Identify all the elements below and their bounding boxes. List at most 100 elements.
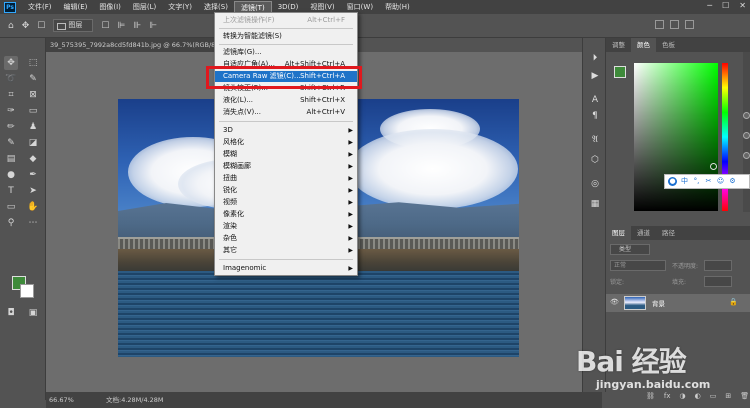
- auto-select-checkbox[interactable]: ☐: [37, 21, 45, 31]
- menu-item-sharpen[interactable]: 锐化 ▶: [215, 185, 357, 196]
- background-color-swatch[interactable]: [20, 284, 34, 298]
- layer-name[interactable]: 背景: [652, 298, 665, 308]
- adjustment-icon[interactable]: ◐: [695, 392, 701, 400]
- menu-type[interactable]: 文字(Y): [162, 1, 198, 13]
- menu-item-distort[interactable]: 扭曲 ▶: [215, 173, 357, 184]
- zoom-level[interactable]: 66.67%: [49, 392, 74, 408]
- menu-item-3d[interactable]: 3D ▶: [215, 125, 357, 136]
- menu-item-convert-smart[interactable]: 转换为智能滤镜(S): [215, 31, 357, 42]
- properties-icon[interactable]: ◎: [589, 178, 601, 190]
- menu-item-blur-gallery[interactable]: 模糊画廊 ▶: [215, 161, 357, 172]
- minimize-icon[interactable]: ─: [707, 1, 712, 10]
- menu-edit[interactable]: 编辑(E): [58, 1, 94, 13]
- glyphs-icon[interactable]: 𝔄: [589, 134, 601, 146]
- user-icon[interactable]: ☺: [716, 177, 725, 186]
- opacity-field[interactable]: [704, 260, 732, 271]
- menu-file[interactable]: 文件(F): [22, 1, 58, 13]
- home-icon[interactable]: ⌂: [8, 21, 14, 31]
- libraries-icon[interactable]: ▦: [589, 198, 601, 210]
- path-select-tool-icon[interactable]: ➤: [26, 184, 40, 198]
- menu-item-pixelate[interactable]: 像素化 ▶: [215, 209, 357, 220]
- menu-item-render[interactable]: 渲染 ▶: [215, 221, 357, 232]
- tab-adjustments[interactable]: 调整: [606, 38, 631, 52]
- menu-item-video[interactable]: 视频 ▶: [215, 197, 357, 208]
- shape-tool-icon[interactable]: ▭: [4, 200, 18, 214]
- marquee-tool-icon[interactable]: ⬚: [26, 56, 40, 70]
- history-brush-icon[interactable]: ✎: [4, 136, 18, 150]
- frame-tool-icon[interactable]: ⊠: [26, 88, 40, 102]
- actions-icon[interactable]: ▶: [589, 70, 601, 82]
- move-tool-icon[interactable]: ✥: [4, 56, 18, 70]
- search-icon[interactable]: [655, 20, 664, 29]
- move-tool-icon[interactable]: ✥: [22, 21, 30, 31]
- ruler-tool-icon[interactable]: ▭: [26, 104, 40, 118]
- type-tool-icon[interactable]: T: [4, 184, 18, 198]
- menu-item-stylize[interactable]: 风格化 ▶: [215, 137, 357, 148]
- menu-item-imagenomic[interactable]: Imagenomic ▶: [215, 263, 357, 274]
- 3d-icon[interactable]: ⬡: [589, 154, 601, 166]
- link-icon[interactable]: ⛓: [646, 392, 655, 400]
- punctuation-icon[interactable]: °,: [692, 177, 701, 186]
- mask-icon[interactable]: ◑: [680, 392, 686, 400]
- close-icon[interactable]: ✕: [739, 1, 746, 10]
- brush-tool-icon[interactable]: ✏: [4, 120, 18, 134]
- tab-paths[interactable]: 路径: [656, 226, 681, 240]
- paragraph-icon[interactable]: ¶: [589, 110, 601, 122]
- layer-row[interactable]: 👁 背景 🔒: [606, 294, 750, 312]
- fill-field[interactable]: [704, 276, 732, 287]
- new-layer-icon[interactable]: ⊞: [725, 392, 731, 400]
- menu-item-noise[interactable]: 杂色 ▶: [215, 233, 357, 244]
- menu-item-other[interactable]: 其它 ▶: [215, 245, 357, 256]
- tab-swatches[interactable]: 色板: [656, 38, 681, 52]
- document-tab[interactable]: 39_575395_7992a8cd5fd841b.jpg @ 66.7%(RG…: [46, 38, 242, 52]
- pen-tool-icon[interactable]: ✒: [26, 168, 40, 182]
- eye-icon[interactable]: 👁: [610, 298, 619, 307]
- scissors-icon[interactable]: ✂: [704, 177, 713, 186]
- tab-channels[interactable]: 通道: [631, 226, 656, 240]
- ime-language-toggle[interactable]: 中: [680, 177, 689, 186]
- scroll-knob[interactable]: [743, 132, 750, 139]
- scroll-knob[interactable]: [743, 152, 750, 159]
- color-picker-cursor[interactable]: [710, 163, 717, 170]
- fx-icon[interactable]: fx: [664, 392, 671, 400]
- align-right-icon[interactable]: ⊩: [149, 21, 157, 31]
- auto-select-target-dropdown[interactable]: 图层: [53, 19, 94, 32]
- history-icon[interactable]: ⏵: [589, 52, 601, 64]
- gradient-tool-icon[interactable]: ▤: [4, 152, 18, 166]
- share-icon[interactable]: [685, 20, 694, 29]
- stamp-tool-icon[interactable]: ♟: [26, 120, 40, 134]
- document-info[interactable]: 文档:4.28M/4.28M: [106, 392, 164, 408]
- menu-help[interactable]: 帮助(H): [379, 1, 416, 13]
- hand-tool-icon[interactable]: ✋: [26, 200, 40, 214]
- tab-color[interactable]: 颜色: [631, 38, 656, 52]
- folder-icon[interactable]: ▭: [710, 392, 717, 400]
- tab-layers[interactable]: 图层: [606, 226, 631, 240]
- panel-foreground-swatch[interactable]: [614, 66, 626, 78]
- menu-image[interactable]: 图像(I): [93, 1, 127, 13]
- character-icon[interactable]: A: [589, 94, 601, 106]
- blend-mode-dropdown[interactable]: 正常: [610, 260, 666, 271]
- eyedropper-tool-icon[interactable]: ✑: [4, 104, 18, 118]
- zoom-tool-icon[interactable]: ⚲: [4, 216, 18, 230]
- blur-tool-icon[interactable]: ◆: [26, 152, 40, 166]
- ime-logo-icon[interactable]: ●: [668, 177, 677, 186]
- menu-layer[interactable]: 图层(L): [127, 1, 162, 13]
- menu-item-vanishing-point[interactable]: 消失点(V)... Alt+Ctrl+V: [215, 107, 357, 118]
- crop-tool-icon[interactable]: ⌗: [4, 88, 18, 102]
- quick-select-tool-icon[interactable]: ✎: [26, 72, 40, 86]
- dodge-tool-icon[interactable]: ●: [4, 168, 18, 182]
- menu-item-blur[interactable]: 模糊 ▶: [215, 149, 357, 160]
- eraser-tool-icon[interactable]: ◪: [26, 136, 40, 150]
- layer-kind-filter[interactable]: 类型: [610, 244, 650, 255]
- trash-icon[interactable]: 🗑: [740, 392, 749, 400]
- transform-controls-checkbox[interactable]: ☐: [101, 21, 109, 31]
- align-center-icon[interactable]: ⊪: [133, 21, 141, 31]
- maximize-icon[interactable]: ☐: [722, 1, 729, 10]
- align-left-icon[interactable]: ⊫: [117, 21, 125, 31]
- quick-mask-icon[interactable]: ◘: [4, 306, 18, 320]
- menu-item-liquify[interactable]: 液化(L)... Shift+Ctrl+X: [215, 95, 357, 106]
- scroll-knob[interactable]: [743, 112, 750, 119]
- edit-toolbar-icon[interactable]: ⋯: [26, 216, 40, 230]
- lasso-tool-icon[interactable]: ➰: [4, 72, 18, 86]
- workspace-icon[interactable]: [670, 20, 679, 29]
